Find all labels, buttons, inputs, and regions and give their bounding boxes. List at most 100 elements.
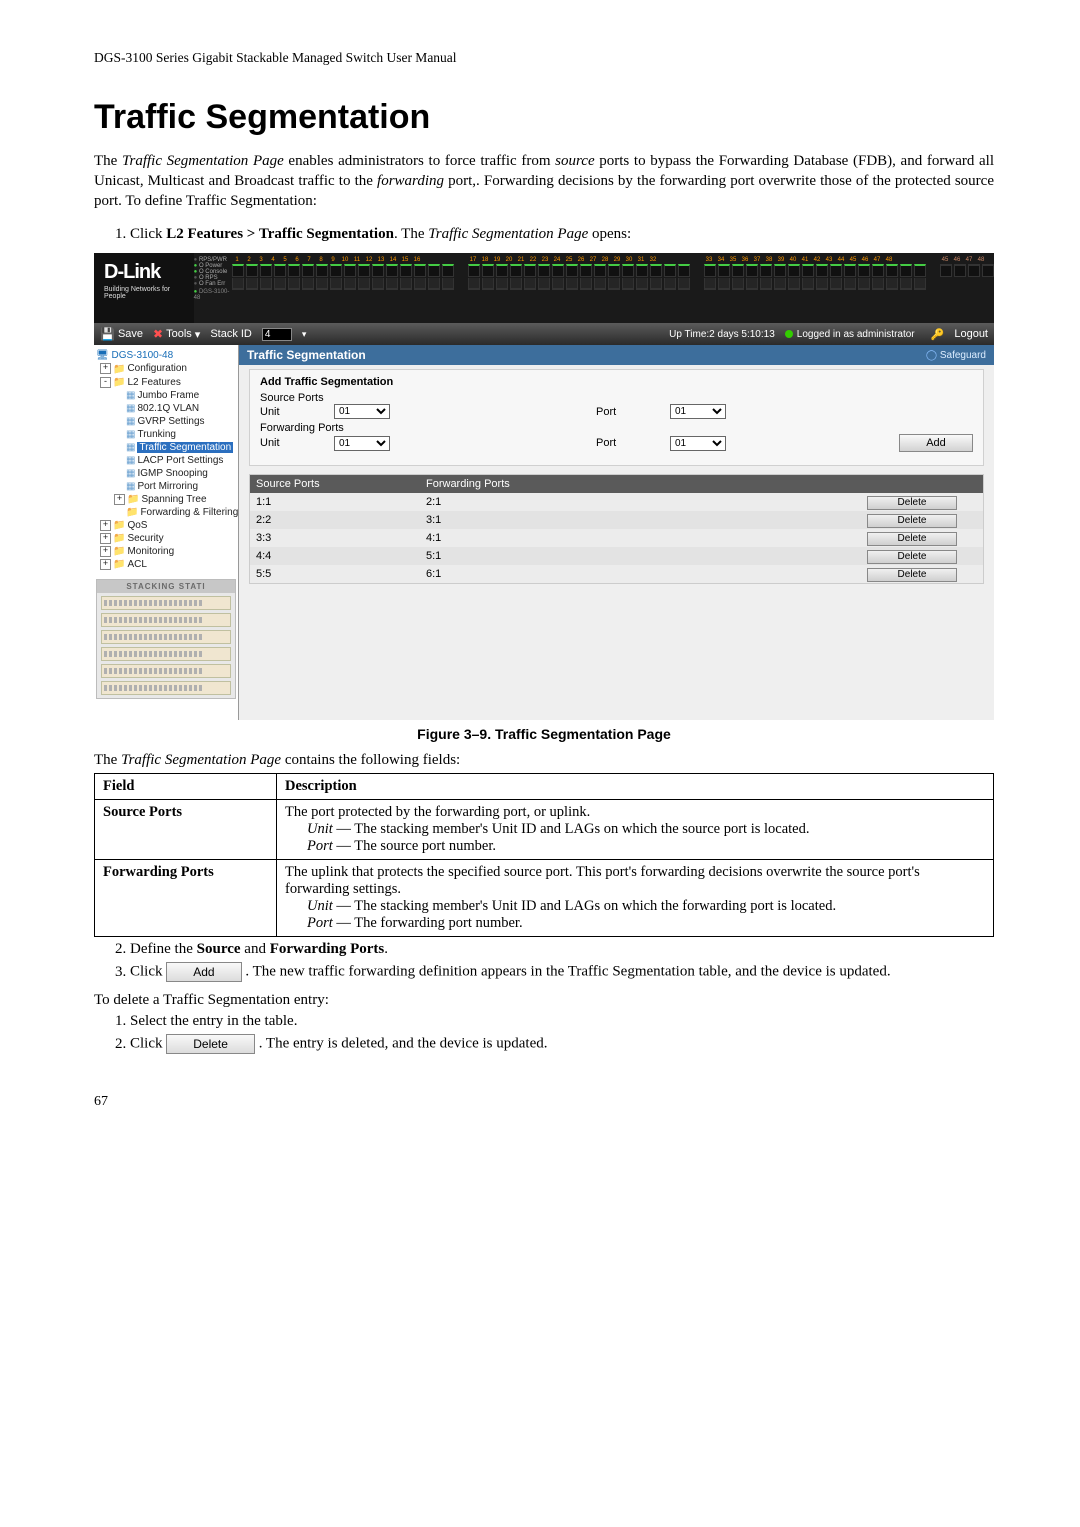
field-name: Forwarding Ports xyxy=(103,864,214,880)
tree-item[interactable]: ▦IGMP Snooping xyxy=(114,467,236,480)
add-panel-title: Add Traffic Segmentation xyxy=(260,376,973,388)
uptime-status: Up Time:2 days 5:10:13 xyxy=(669,329,775,340)
port-label: Port xyxy=(596,406,652,418)
segmentation-table: Source Ports Forwarding Ports 1:12:1Dele… xyxy=(249,474,984,584)
add-button[interactable]: Add xyxy=(899,434,973,452)
tree-item[interactable]: +📁Security xyxy=(100,532,236,545)
save-button[interactable]: 💾Save xyxy=(100,327,143,341)
unit-label: Unit xyxy=(260,437,316,449)
cell-source: 4:4 xyxy=(256,547,426,565)
tree-root[interactable]: 🖥 DGS-3100-48 xyxy=(96,349,236,362)
save-icon: 💾 xyxy=(100,327,115,341)
col-forwarding-ports: Forwarding Ports xyxy=(426,478,867,490)
stackid-input[interactable] xyxy=(262,328,292,341)
led-panel: RPS/PWR O Power O Console O RPS O Fan Er… xyxy=(194,257,230,317)
brand-tagline: Building Networks for People xyxy=(104,286,188,300)
cell-source: 2:2 xyxy=(256,511,426,529)
cell-source: 5:5 xyxy=(256,565,426,583)
field-desc: Unit — The stacking member's Unit ID and… xyxy=(307,821,985,838)
tree-item[interactable]: ▦Jumbo Frame xyxy=(114,389,236,402)
unit-label: Unit xyxy=(260,406,316,418)
tree-item[interactable]: +📁QoS xyxy=(100,519,236,532)
switch-model: DGS-3100-48 xyxy=(194,289,230,301)
source-port-select[interactable]: 01 xyxy=(670,404,726,419)
led-label: O Fan Err xyxy=(194,281,230,287)
steps-list-cont: Define the Source and Forwarding Ports. … xyxy=(130,941,994,982)
port-label: Port xyxy=(596,437,652,449)
del-step-2: Click Delete . The entry is deleted, and… xyxy=(130,1034,994,1054)
stackid-dropdown-icon[interactable]: ▾ xyxy=(302,329,307,340)
brand-logo: D-Link xyxy=(104,261,188,284)
add-segmentation-panel: Add Traffic Segmentation Source Ports Un… xyxy=(249,369,984,466)
del-step-1: Select the entry in the table. xyxy=(130,1013,994,1030)
fields-table: Field Description Source Ports The port … xyxy=(94,773,994,937)
tree-item[interactable]: ▦GVRP Settings xyxy=(114,415,236,428)
tree-item[interactable]: ▦Trunking xyxy=(114,428,236,441)
content-title: Traffic Segmentation xyxy=(247,348,366,362)
figure-caption: Figure 3–9. Traffic Segmentation Page xyxy=(94,726,994,742)
segmentation-table-header: Source Ports Forwarding Ports xyxy=(250,475,983,493)
forwarding-ports-label: Forwarding Ports xyxy=(260,422,973,434)
login-status: Logged in as administrator xyxy=(785,329,915,340)
tree-item[interactable]: ▦LACP Port Settings xyxy=(114,454,236,467)
to-delete-heading: To delete a Traffic Segmentation entry: xyxy=(94,992,994,1009)
cell-source: 1:1 xyxy=(256,493,426,511)
device-header: D-Link Building Networks for People RPS/… xyxy=(94,253,994,323)
tools-menu[interactable]: ✖Tools ▾ xyxy=(153,327,200,341)
stacking-status-title: STACKING STATI xyxy=(97,580,235,593)
cell-forward: 3:1 xyxy=(426,511,867,529)
tree-item[interactable]: +📁Monitoring xyxy=(100,545,236,558)
delete-button[interactable]: Delete xyxy=(867,496,957,510)
nav-tree: 🖥 DGS-3100-48 +📁Configuration-📁L2 Featur… xyxy=(94,345,239,720)
page-title: Traffic Segmentation xyxy=(94,98,994,137)
tree-item[interactable]: ▦Port Mirroring xyxy=(114,480,236,493)
safeguard-badge: Safeguard xyxy=(926,350,986,361)
stackid-label: Stack ID xyxy=(210,328,252,340)
tree-item[interactable]: +📁Configuration xyxy=(100,362,236,375)
tools-icon: ✖ xyxy=(153,327,163,341)
screenshot-figure: D-Link Building Networks for People RPS/… xyxy=(94,253,994,720)
step-3: Click Add . The new traffic forwarding d… xyxy=(130,962,994,982)
toolbar: 💾Save ✖Tools ▾ Stack ID ▾ Up Time:2 days… xyxy=(94,323,994,345)
cell-forward: 4:1 xyxy=(426,529,867,547)
source-unit-select[interactable]: 01 xyxy=(334,404,390,419)
delete-button[interactable]: Delete xyxy=(867,514,957,528)
cell-forward: 2:1 xyxy=(426,493,867,511)
tree-item[interactable]: +📁Spanning Tree xyxy=(114,493,236,506)
field-name: Source Ports xyxy=(103,804,182,820)
fwd-port-select[interactable]: 01 xyxy=(670,436,726,451)
field-desc: The port protected by the forwarding por… xyxy=(285,804,985,821)
stacking-status-panel: STACKING STATI xyxy=(96,579,236,699)
table-row[interactable]: 4:45:1Delete xyxy=(250,547,983,565)
login-status-icon xyxy=(785,330,793,338)
col-source-ports: Source Ports xyxy=(256,478,426,490)
steps-list-open: Click L2 Features > Traffic Segmentation… xyxy=(130,226,994,243)
fields-intro: The Traffic Segmentation Page contains t… xyxy=(94,752,994,769)
field-desc: Unit — The stacking member's Unit ID and… xyxy=(307,898,985,915)
logout-button[interactable]: Logout xyxy=(954,328,988,340)
table-row[interactable]: 5:56:1Delete xyxy=(250,565,983,583)
delete-button[interactable]: Delete xyxy=(867,532,957,546)
delete-button[interactable]: Delete xyxy=(867,568,957,582)
delete-button-inline: Delete xyxy=(166,1034,255,1054)
stack-unit xyxy=(101,596,231,610)
table-row[interactable]: 2:23:1Delete xyxy=(250,511,983,529)
tree-item[interactable]: +📁ACL xyxy=(100,558,236,571)
table-row[interactable]: 1:12:1Delete xyxy=(250,493,983,511)
logout-icon: 🔑 xyxy=(931,328,945,341)
tree-item[interactable]: -📁L2 Features xyxy=(100,376,236,389)
delete-steps: Select the entry in the table. Click Del… xyxy=(130,1013,994,1054)
stack-unit xyxy=(101,630,231,644)
content-title-bar: Traffic Segmentation Safeguard xyxy=(239,345,994,365)
table-row: Forwarding Ports The uplink that protect… xyxy=(95,860,994,937)
field-desc: The uplink that protects the specified s… xyxy=(285,864,985,898)
cell-source: 3:3 xyxy=(256,529,426,547)
add-button-inline: Add xyxy=(166,962,241,982)
tree-item[interactable]: ▦802.1Q VLAN xyxy=(114,402,236,415)
tree-item[interactable]: 📁Forwarding & Filtering xyxy=(114,506,236,519)
fwd-unit-select[interactable]: 01 xyxy=(334,436,390,451)
delete-button[interactable]: Delete xyxy=(867,550,957,564)
table-row[interactable]: 3:34:1Delete xyxy=(250,529,983,547)
source-ports-label: Source Ports xyxy=(260,392,973,404)
tree-item[interactable]: ▦Traffic Segmentation xyxy=(114,441,236,454)
